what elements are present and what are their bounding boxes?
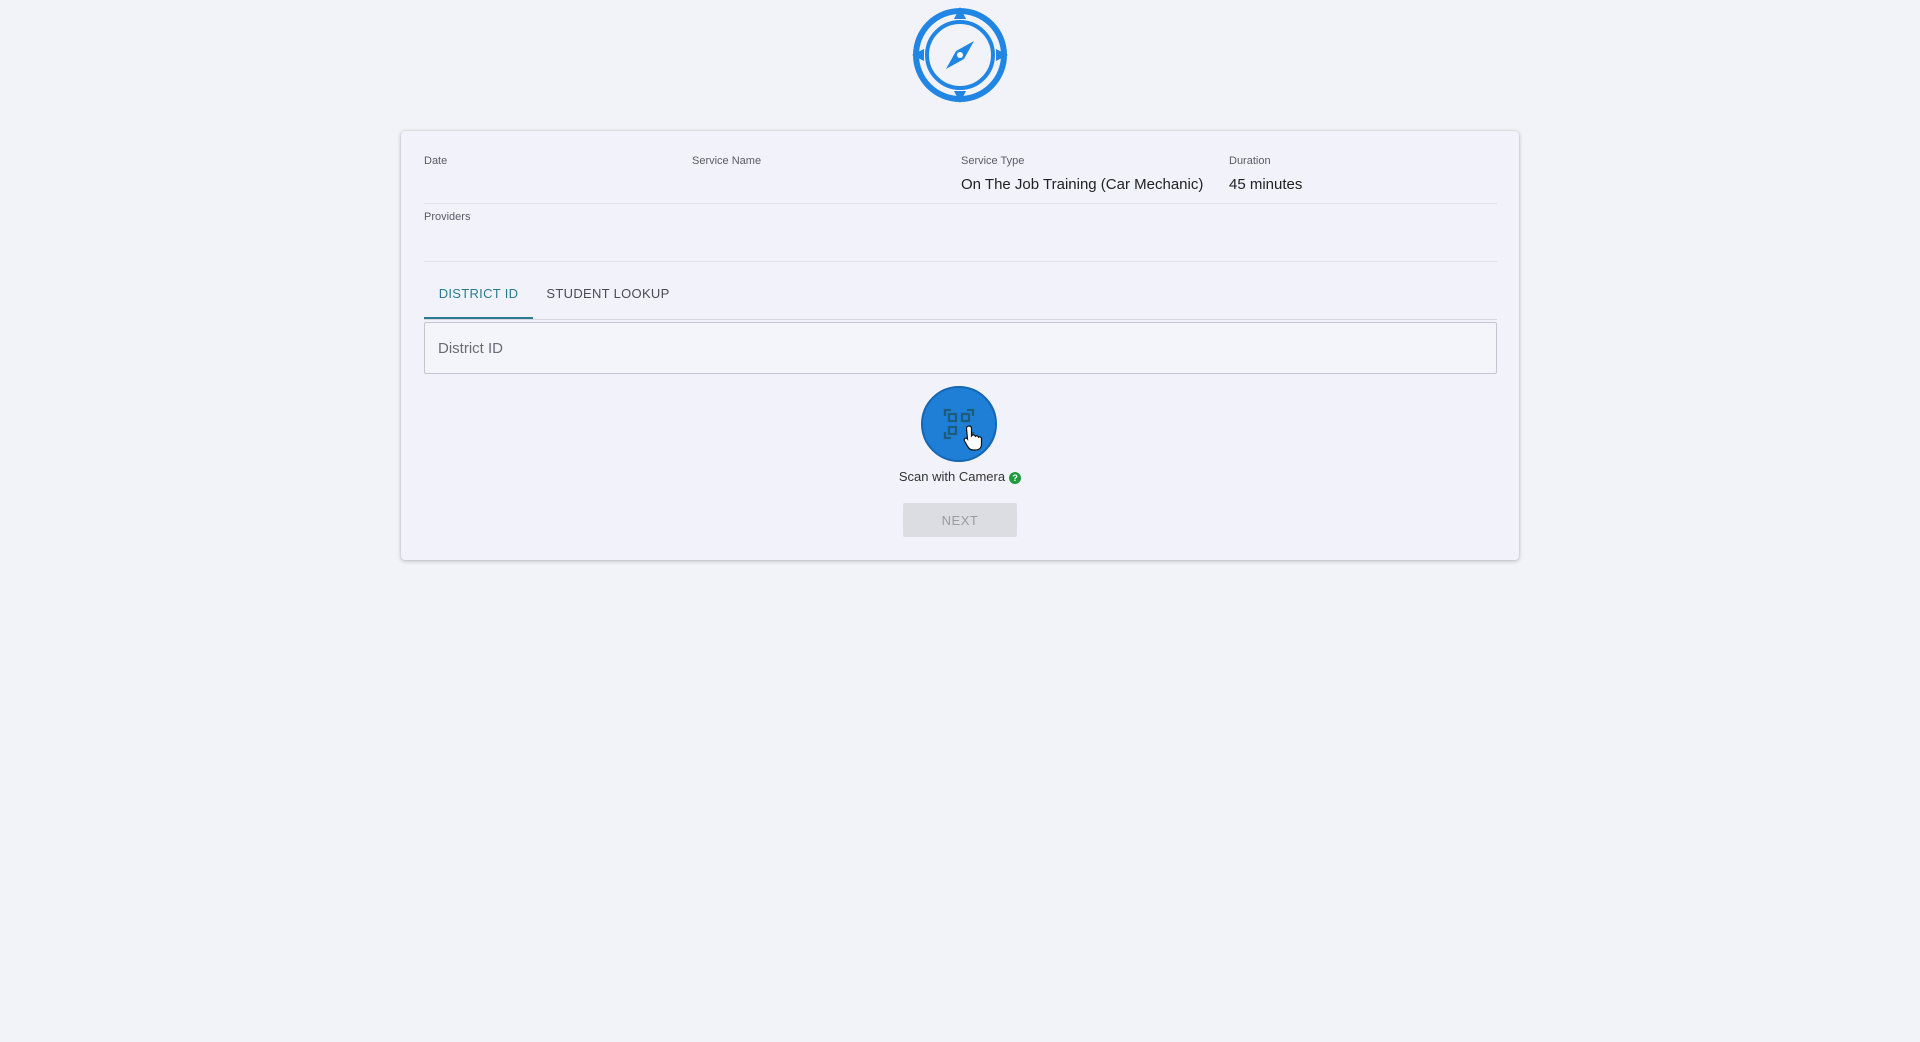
duration-field: Duration 45 minutes — [1229, 153, 1497, 195]
service-name-field: Service Name — [692, 153, 960, 175]
service-type-label: Service Type — [961, 155, 1025, 167]
service-card: Date Service Name Service Type On The Jo… — [401, 131, 1519, 560]
id-entry-tabs: DISTRICT ID STUDENT LOOKUP — [424, 271, 1497, 320]
duration-label: Duration — [1229, 155, 1271, 167]
duration-value: 45 minutes — [1229, 176, 1303, 193]
date-label: Date — [424, 155, 448, 167]
tab-district-id[interactable]: DISTRICT ID — [424, 271, 533, 319]
district-id-input[interactable] — [424, 322, 1497, 374]
help-circle-icon[interactable]: ? — [1009, 471, 1022, 484]
providers-row: Providers — [424, 209, 1497, 262]
service-type-value: On The Job Training (Car Mechanic) — [961, 176, 1204, 193]
scan-caption: Scan with Camera? — [401, 469, 1519, 484]
date-field: Date — [424, 153, 692, 175]
scan-with-camera-button[interactable] — [921, 386, 997, 462]
service-type-field: Service Type On The Job Training (Car Me… — [961, 153, 1229, 195]
hand-pointer-cursor-icon — [963, 425, 983, 451]
next-button[interactable]: NEXT — [903, 503, 1017, 537]
tab-student-lookup[interactable]: STUDENT LOOKUP — [533, 271, 683, 319]
compass-logo-icon — [910, 5, 1010, 105]
service-info-row: Date Service Name Service Type On The Jo… — [424, 153, 1497, 204]
providers-label: Providers — [424, 211, 471, 223]
service-name-label: Service Name — [692, 155, 762, 167]
scan-caption-text: Scan with Camera — [898, 469, 1006, 484]
